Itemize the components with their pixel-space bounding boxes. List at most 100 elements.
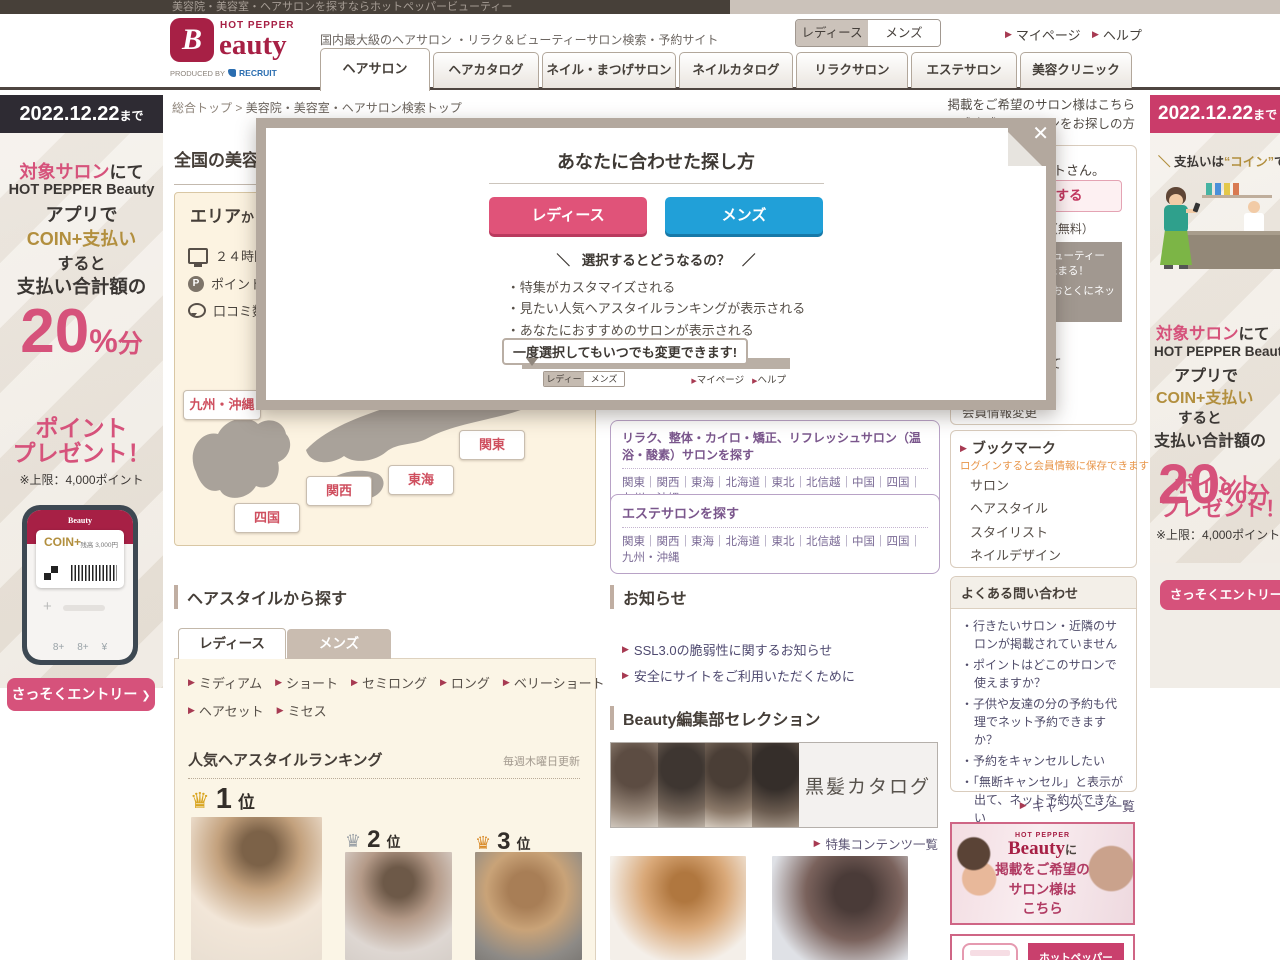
deadline-suffix: まで xyxy=(1253,108,1277,122)
ranking-photo-2[interactable] xyxy=(345,852,452,960)
hairstyle-photo xyxy=(705,743,752,827)
entry-cta-button[interactable]: さっそくエントリー ❯ xyxy=(7,678,155,711)
region-button-shikoku[interactable]: 四国 xyxy=(234,503,300,533)
hairstyle-photo-bottom-1[interactable] xyxy=(610,856,746,960)
mini-header-links: ▶マイページ ▶ヘルプ xyxy=(691,372,786,386)
tab-esthe-salon[interactable]: エステサロン xyxy=(911,52,1017,88)
coin-word: “コイン” xyxy=(1224,155,1274,169)
feature-contents-link[interactable]: ▶ 特集コンテンツ一覧 xyxy=(814,834,938,853)
slash-decor: ＼ xyxy=(556,253,570,268)
kurokami-catalog-banner[interactable]: 黒髪カタログ xyxy=(610,742,938,828)
close-icon[interactable]: ✕ xyxy=(1032,121,1049,146)
tab-beauty-clinic[interactable]: 美容クリニック xyxy=(1020,52,1132,88)
modal-mens-button[interactable]: メンズ xyxy=(665,197,823,234)
modal-ladies-button[interactable]: レディース xyxy=(489,197,647,234)
esthe-search-title[interactable]: エステサロンを探す xyxy=(622,503,928,528)
gender-toggle-mens[interactable]: メンズ xyxy=(868,20,940,46)
left-campaign-banner[interactable]: 2022.12.22まで 対象サロンにて HOT PEPPER Beauty ア… xyxy=(0,95,163,688)
faq-item[interactable]: ・予約をキャンセルしたい xyxy=(961,752,1126,770)
banner-body: ＼ 支払いは“コイン”で xyxy=(1150,133,1280,688)
link-label: セミロング xyxy=(362,673,427,692)
barcode-icon xyxy=(71,565,117,581)
region-button-tokai[interactable]: 東海 xyxy=(388,465,454,495)
link-short[interactable]: ▶ショート xyxy=(275,673,338,692)
region-button-kanto[interactable]: 関東 xyxy=(459,430,525,460)
link-veryshort[interactable]: ▶ベリーショート xyxy=(503,673,605,692)
salon-recruit-link[interactable]: 掲載をご希望のサロン様はこちら xyxy=(947,94,1135,113)
campaign-list-link[interactable]: ▶ キャンペーン一覧 xyxy=(1020,796,1135,815)
banner-beauty-text: Beauty xyxy=(1008,838,1065,859)
breadcrumb-current: 美容院・美容室・ヘアサロン検索トップ xyxy=(246,101,462,115)
link-long[interactable]: ▶ロング xyxy=(440,673,490,692)
mini-gender-toggle: レディース メンズ xyxy=(543,371,625,387)
link-label: ショート xyxy=(286,673,338,692)
right-campaign-banner[interactable]: 2022.12.22まで ＼ 支払いは“コイン”で xyxy=(1150,95,1280,688)
news-section-title: お知らせ xyxy=(610,585,687,609)
plus-icon: + xyxy=(43,598,52,615)
arrow-icon: ▶ xyxy=(1020,800,1027,811)
esthe-region-links[interactable]: 関東｜関西｜東海｜北海道｜東北｜北信越｜中国｜四国｜九州・沖縄 xyxy=(622,528,928,565)
hairstyle-tab-mens[interactable]: メンズ xyxy=(287,629,391,659)
entry-cta-button[interactable]: さっそくエントリー xyxy=(1160,580,1280,610)
faq-item[interactable]: ・ポイントはどこのサロンで使えますか？ xyxy=(961,656,1126,692)
page: 美容院・美容室・ヘアサロンを探すならホットペッパービューティー B HOT PE… xyxy=(0,0,1280,960)
banner-total-line: 支払い合計額の xyxy=(1150,427,1280,451)
arrow-icon: ▶ xyxy=(188,677,195,688)
link-label: ミディアム xyxy=(199,673,262,692)
relax-search-title[interactable]: リラク、整体・カイロ・矯正、リフレッシュサロン（温浴・酸素）サロンを探す xyxy=(622,429,928,469)
tab-nail-catalog[interactable]: ネイルカタログ xyxy=(679,52,793,88)
tab-nail-matsuge-salon[interactable]: ネイル・まつげサロン xyxy=(542,52,676,88)
bookmark-hairstyle-link[interactable]: ヘアスタイル xyxy=(970,497,1061,520)
link-hairset[interactable]: ▶ヘアセット xyxy=(188,701,264,720)
link-mrs[interactable]: ▶ミセス xyxy=(277,701,327,720)
hairstyle-title-label: ヘアスタイルから探す xyxy=(187,585,347,609)
faq-item[interactable]: ・子供や友達の分の予約も代理でネット予約できますか？ xyxy=(961,695,1126,749)
bookmark-salon-link[interactable]: サロン xyxy=(970,474,1061,497)
news-link-safety[interactable]: ▶ 安全にサイトをご利用いただくために xyxy=(622,666,855,685)
logo-beauty-text[interactable]: eauty xyxy=(219,29,287,62)
hairstyle-photo xyxy=(752,743,799,827)
modal-bullet-list: ・特集がカスタマイズされる ・見たい人気ヘアスタイルランキングが表示される ・あ… xyxy=(507,277,806,341)
banner-cap-note: ※上限：4,000ポイント xyxy=(1150,526,1280,543)
region-button-kyushu-okinawa[interactable]: 九州・沖縄 xyxy=(183,390,261,420)
crown-silver-icon: ♛ xyxy=(345,832,361,850)
hairstyle-tab-ladies[interactable]: レディース xyxy=(178,628,286,659)
tab-relax-salon[interactable]: リラクサロン xyxy=(796,52,908,88)
bookmark-naildesign-link[interactable]: ネイルデザイン xyxy=(970,544,1061,567)
ranking-photo-1[interactable] xyxy=(191,817,322,960)
ranking-header: 人気ヘアスタイルランキング 毎週木曜日更新 xyxy=(188,749,580,779)
salon-recruit-banner[interactable]: HOT PEPPER Beautyに 掲載をご希望の サロン様は こちら xyxy=(950,822,1135,925)
breadcrumb-home-link[interactable]: 総合トップ xyxy=(172,101,232,115)
hairstyle-links-row2: ▶ヘアセット ▶ミセス xyxy=(188,701,327,720)
faq-item[interactable]: ・行きたいサロン・近隣のサロンが掲載されていません xyxy=(961,617,1126,653)
banner-line: こちら xyxy=(952,899,1133,919)
region-button-kansai[interactable]: 関西 xyxy=(306,476,372,506)
gender-toggle-ladies[interactable]: レディース xyxy=(796,20,868,46)
monitor-icon xyxy=(188,248,208,264)
modal-bullet: ・見たい人気ヘアスタイルランキングが表示される xyxy=(507,298,806,319)
app-banner[interactable]: ホットペッパー ビューティーの xyxy=(950,934,1135,960)
hotpepper-beauty-logo-icon[interactable]: B xyxy=(170,18,214,62)
link-medium[interactable]: ▶ ミディアム xyxy=(188,673,262,692)
link-semilong[interactable]: ▶セミロング xyxy=(351,673,427,692)
pay-with-coin-line: ＼ 支払いは“コイン”で xyxy=(1158,151,1280,170)
rank-number: 2 xyxy=(367,826,380,854)
coin-plus-label: COIN+ xyxy=(44,535,81,549)
mypage-link[interactable]: ▶ マイページ xyxy=(1005,25,1081,44)
tab-hair-salon[interactable]: ヘアサロン xyxy=(320,48,430,91)
bookmark-stylist-link[interactable]: スタイリスト xyxy=(970,521,1061,544)
campaign-list-label: キャンペーン一覧 xyxy=(1032,796,1135,815)
pay-label: 支払いは xyxy=(1174,155,1224,169)
ranking-photo-3[interactable] xyxy=(475,852,582,960)
news-link-ssl[interactable]: ▶ SSL3.0の脆弱性に関するお知らせ xyxy=(622,640,832,659)
link-label: ベリーショート xyxy=(514,673,605,692)
banner-deadline: 2022.12.22まで xyxy=(0,95,163,133)
tab-hair-catalog[interactable]: ヘアカタログ xyxy=(433,52,539,88)
help-link[interactable]: ▶ ヘルプ xyxy=(1092,25,1142,44)
banner-present-line: プレゼント！ xyxy=(1150,493,1280,523)
hairstyle-photo-bottom-2[interactable] xyxy=(772,856,908,960)
nite-text: にて xyxy=(110,163,144,182)
top-seo-text: 美容院・美容室・ヘアサロンを探すならホットペッパービューティー xyxy=(0,0,730,14)
mini-toggle-ladies: レディース xyxy=(544,372,584,386)
arrow-icon: ▶ xyxy=(1005,29,1012,40)
